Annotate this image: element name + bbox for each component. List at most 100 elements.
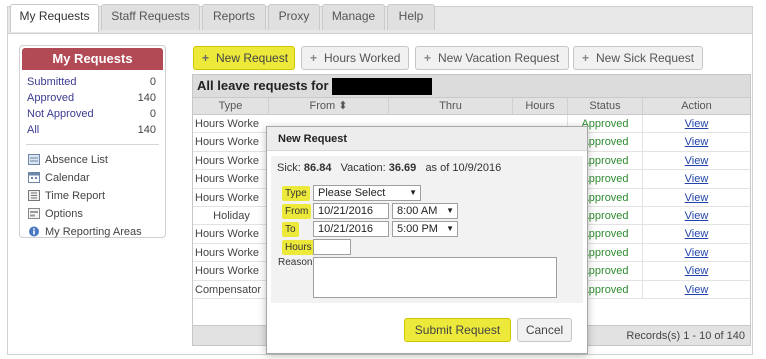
from-time-value: 8:00 AM xyxy=(397,205,438,217)
nav-label[interactable]: My Reporting Areas xyxy=(45,226,142,238)
type-cell: Compensator xyxy=(195,283,262,296)
view-link[interactable]: View xyxy=(685,118,709,130)
divider xyxy=(26,144,159,145)
caret-down-icon: ▼ xyxy=(409,188,417,197)
cancel-button[interactable]: Cancel xyxy=(517,318,572,342)
action-cell: View xyxy=(642,115,750,133)
nav-label[interactable]: Absence List xyxy=(45,154,108,166)
action-cell: View xyxy=(642,280,750,299)
sidebar-item-label[interactable]: Submitted xyxy=(27,76,77,88)
column-header-thru[interactable]: Thru xyxy=(388,98,512,115)
type-cell: Hours Worke xyxy=(195,228,259,241)
list-icon xyxy=(28,153,40,165)
button-label: New Vacation Request xyxy=(438,51,560,65)
view-link[interactable]: View xyxy=(685,265,709,277)
action-cell: View xyxy=(642,170,750,189)
type-cell: Hours Worke xyxy=(195,136,259,149)
hours-worked-button[interactable]: + Hours Worked xyxy=(301,46,409,70)
column-header-status[interactable]: Status xyxy=(567,98,642,115)
as-of-date: as of 10/9/2016 xyxy=(425,162,502,174)
sidebar-item-all[interactable]: All 140 xyxy=(20,122,165,138)
to-time-select[interactable]: 5:00 PM ▼ xyxy=(392,221,458,237)
table-header: Type From ⬍ Thru Hours Status Action xyxy=(193,97,750,115)
type-cell: Hours Worke xyxy=(195,191,259,204)
sidebar-item-submitted[interactable]: Submitted 0 xyxy=(20,74,165,90)
nav-label[interactable]: Time Report xyxy=(45,190,105,202)
from-time-select[interactable]: 8:00 AM ▼ xyxy=(392,203,458,219)
type-cell: Holiday xyxy=(213,209,250,222)
sidebar-item-approved[interactable]: Approved 140 xyxy=(20,90,165,106)
sidebar-item-time-report[interactable]: Time Report xyxy=(20,187,165,205)
type-label: Type xyxy=(282,186,310,201)
action-cell: View xyxy=(642,133,750,152)
type-cell: Hours Worke xyxy=(195,265,259,278)
sidebar-item-label[interactable]: Not Approved xyxy=(27,108,94,120)
new-sick-request-button[interactable]: + New Sick Request xyxy=(573,46,703,70)
type-select-value: Please Select xyxy=(318,187,386,199)
sidebar-item-reporting-areas[interactable]: My Reporting Areas xyxy=(20,223,165,241)
calendar-icon xyxy=(28,171,40,183)
view-link[interactable]: View xyxy=(685,192,709,204)
to-label: To xyxy=(282,222,299,237)
new-request-button[interactable]: + New Request xyxy=(193,46,295,70)
count-value: 0 xyxy=(149,76,156,88)
button-label: Hours Worked xyxy=(324,51,401,65)
type-select[interactable]: Please Select ▼ xyxy=(313,185,421,201)
submit-request-button[interactable]: Submit Request xyxy=(404,318,511,342)
view-link[interactable]: View xyxy=(685,210,709,222)
caret-down-icon: ▼ xyxy=(446,206,454,215)
sidebar-item-label[interactable]: All xyxy=(27,124,39,136)
count-value: 140 xyxy=(137,92,156,104)
sick-balance: 86.84 xyxy=(303,162,332,174)
view-link[interactable]: View xyxy=(685,247,709,259)
info-icon xyxy=(28,225,40,237)
caret-down-icon: ▼ xyxy=(446,224,454,233)
tab-proxy[interactable]: Proxy xyxy=(268,4,320,30)
type-cell: Hours Worke xyxy=(195,173,259,186)
type-cell: Hours Worke xyxy=(195,246,259,259)
column-header-action[interactable]: Action xyxy=(642,98,750,115)
sidebar-item-calendar[interactable]: Calendar xyxy=(20,169,165,187)
view-link[interactable]: View xyxy=(685,173,709,185)
count-value: 140 xyxy=(137,124,156,136)
view-link[interactable]: View xyxy=(685,136,709,148)
plus-icon: + xyxy=(310,51,318,65)
column-header-from[interactable]: From ⬍ xyxy=(268,98,388,115)
action-cell: View xyxy=(642,225,750,244)
reason-textarea[interactable] xyxy=(313,257,557,298)
action-cell: View xyxy=(642,243,750,262)
to-time-value: 5:00 PM xyxy=(397,223,438,235)
view-link[interactable]: View xyxy=(685,228,709,240)
action-cell: View xyxy=(642,262,750,281)
to-date-field[interactable]: 10/21/2016 xyxy=(313,221,389,237)
plus-icon: + xyxy=(582,51,590,65)
dialog-body: Sick: 86.84 Vacation: 36.69 as of 10/9/2… xyxy=(271,156,583,303)
column-header-type[interactable]: Type xyxy=(193,98,268,115)
sidebar-item-options[interactable]: Options xyxy=(20,205,165,223)
sick-label: Sick: xyxy=(277,162,301,174)
from-date-field[interactable]: 10/21/2016 xyxy=(313,203,389,219)
from-label: From xyxy=(282,204,312,219)
tab-manage[interactable]: Manage xyxy=(322,4,385,30)
tab-help[interactable]: Help xyxy=(387,4,435,30)
nav-label[interactable]: Options xyxy=(45,208,83,220)
reason-label: Reason xyxy=(278,257,313,268)
button-label: New Request xyxy=(216,51,289,65)
sidebar-item-not-approved[interactable]: Not Approved 0 xyxy=(20,106,165,122)
nav-label[interactable]: Calendar xyxy=(45,172,90,184)
view-link[interactable]: View xyxy=(685,284,709,296)
hours-label: Hours xyxy=(282,240,315,255)
column-header-hours[interactable]: Hours xyxy=(512,98,567,115)
tab-staff-requests[interactable]: Staff Requests xyxy=(101,4,200,30)
new-request-dialog: New Request Sick: 86.84 Vacation: 36.69 … xyxy=(266,126,588,354)
tab-my-requests[interactable]: My Requests xyxy=(10,4,99,32)
table-title-text: All leave requests for xyxy=(197,78,329,93)
sidebar-item-label[interactable]: Approved xyxy=(27,92,74,104)
sidebar-item-absence-list[interactable]: Absence List xyxy=(20,151,165,169)
sidebar-title: My Requests xyxy=(22,48,163,70)
view-link[interactable]: View xyxy=(685,155,709,167)
hours-field[interactable] xyxy=(313,239,351,255)
tab-reports[interactable]: Reports xyxy=(202,4,266,30)
action-cell: View xyxy=(642,151,750,170)
new-vacation-request-button[interactable]: + New Vacation Request xyxy=(415,46,569,70)
